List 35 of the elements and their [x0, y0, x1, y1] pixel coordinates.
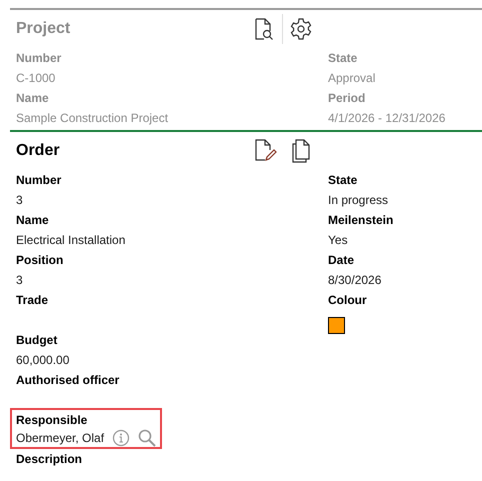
field-value: 3 [16, 272, 23, 289]
field-value: Yes [328, 232, 348, 249]
field-label: Name [16, 90, 49, 107]
field-value: C-1000 [16, 70, 56, 87]
field-value: 3 [16, 192, 23, 209]
field-value: 60,000.00 [16, 352, 70, 369]
field-label: Trade [16, 292, 48, 309]
colour-swatch[interactable] [328, 316, 345, 334]
field-label: State [328, 172, 358, 189]
copy-icon[interactable] [290, 138, 312, 164]
section-title: Project [16, 19, 72, 39]
field-label: Number [16, 50, 62, 67]
search-icon[interactable] [138, 429, 156, 447]
field-label: Description [16, 451, 82, 468]
field-value: Obermeyer, Olaf [16, 430, 104, 447]
settings-icon[interactable] [289, 17, 313, 41]
field-value: Electrical Installation [16, 232, 126, 249]
field-label: Position [16, 252, 64, 269]
field-label: Colour [328, 292, 367, 309]
field-label: Number [16, 172, 62, 189]
field-label: Authorised officer [16, 372, 120, 389]
field-value: Approval [328, 70, 376, 87]
field-value: 4/1/2026 - 12/31/2026 [328, 110, 446, 127]
field-value: In progress [328, 192, 388, 209]
field-value: Sample Construction Project [16, 110, 168, 127]
field-label: Name [16, 212, 49, 229]
field-label: Meilenstein [328, 212, 394, 229]
field-value: 8/30/2026 [328, 272, 382, 289]
field-label: Date [328, 252, 354, 269]
field-label: Period [328, 90, 366, 107]
info-icon[interactable] [112, 429, 130, 447]
section-title: Order [16, 141, 61, 161]
field-label: State [328, 50, 358, 67]
field-label: Budget [16, 332, 58, 349]
field-label: Responsible [16, 412, 88, 429]
